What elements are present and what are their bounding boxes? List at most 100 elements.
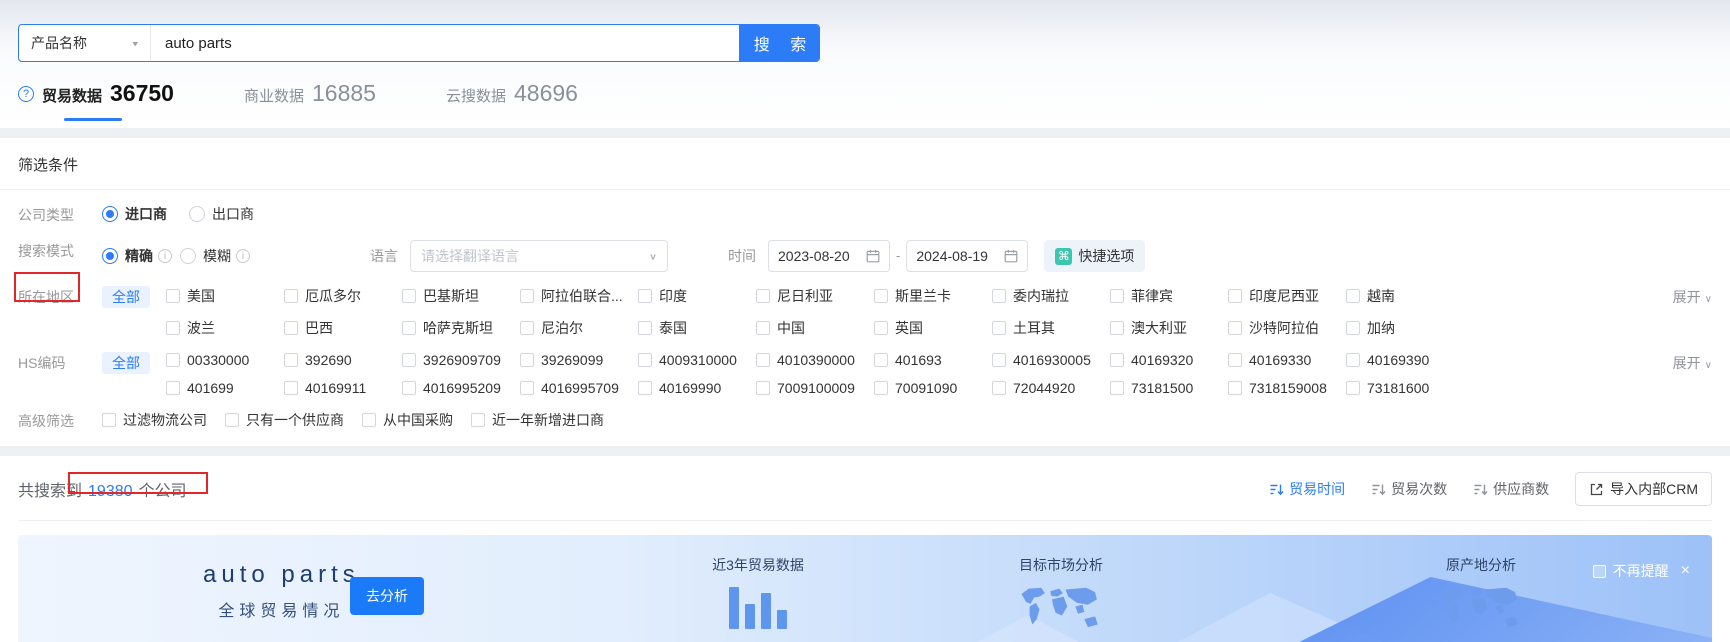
advanced-checkbox-single-supplier[interactable]: 只有一个供应商 [225, 410, 344, 430]
hs-checkbox[interactable]: 7009100009 [756, 380, 874, 396]
region-checkbox[interactable]: 澳大利亚 [1110, 318, 1228, 338]
region-expand-link[interactable]: 展开 ∨ [1673, 287, 1712, 307]
start-date-input[interactable]: 2023-08-20 [768, 240, 890, 272]
advanced-checkbox-from-china[interactable]: 从中国采购 [362, 410, 453, 430]
search-category-select[interactable]: 产品名称 ▾ [19, 25, 151, 61]
hs-checkbox[interactable]: 4016995209 [402, 380, 520, 396]
region-checkbox[interactable]: 中国 [756, 318, 874, 338]
hs-checkbox[interactable]: 39269099 [520, 352, 638, 368]
region-checkbox[interactable]: 阿拉伯联合... [520, 286, 638, 306]
filter-title: 筛选条件 [18, 157, 79, 174]
world-map-icon [1441, 587, 1518, 628]
region-checkbox[interactable]: 英国 [874, 318, 992, 338]
region-checkbox[interactable]: 巴基斯坦 [402, 286, 520, 306]
search-button[interactable]: 搜 索 [739, 25, 819, 61]
checkbox-icon [992, 289, 1006, 303]
hs-checkbox[interactable]: 4009310000 [638, 352, 756, 368]
header: 产品名称 ▾ 搜 索 ? 贸易数据 36750 商业数据 16885 云搜数据 … [0, 0, 1730, 128]
checkbox-icon [166, 353, 180, 367]
checkbox-icon [874, 321, 888, 335]
region-checkbox[interactable]: 尼日利亚 [756, 286, 874, 306]
hs-checkbox[interactable]: 7318159008 [1228, 380, 1346, 396]
region-checkbox[interactable]: 沙特阿拉伯 [1228, 318, 1346, 338]
hs-checkbox[interactable]: 392690 [284, 352, 402, 368]
hs-checkbox[interactable]: 4016930005 [992, 352, 1110, 368]
hs-checkbox[interactable]: 72044920 [992, 380, 1110, 396]
region-checkbox[interactable]: 委内瑞拉 [992, 286, 1110, 306]
hs-checkbox[interactable]: 40169330 [1228, 352, 1346, 368]
hs-checkbox[interactable]: 00330000 [166, 352, 284, 368]
hs-checkbox[interactable]: 3926909709 [402, 352, 520, 368]
hs-checkbox[interactable]: 4016995709 [520, 380, 638, 396]
region-checkbox[interactable]: 土耳其 [992, 318, 1110, 338]
region-checkbox[interactable]: 巴西 [284, 318, 402, 338]
filter-row-region: 所在地区 全部 美国 厄瓜多尔 巴基斯坦 阿拉伯联合... 印度 尼日利亚 斯里… [0, 286, 1730, 338]
info-icon[interactable]: i [158, 249, 172, 263]
checkbox-icon [638, 321, 652, 335]
region-checkbox[interactable]: 加纳 [1346, 318, 1464, 338]
radio-importer[interactable]: 进口商 [102, 204, 167, 224]
tab-trade-data[interactable]: ? 贸易数据 36750 [18, 80, 174, 121]
sort-icon [1372, 484, 1386, 495]
hs-checkbox[interactable]: 73181500 [1110, 380, 1228, 396]
sort-supplier-count[interactable]: 供应商数 [1473, 479, 1549, 499]
radio-exporter[interactable]: 出口商 [189, 204, 254, 224]
region-checkbox[interactable]: 泰国 [638, 318, 756, 338]
radio-fuzzy[interactable]: 模糊 i [180, 246, 250, 266]
region-checkbox[interactable]: 美国 [166, 286, 284, 306]
hs-checkbox[interactable]: 73181600 [1346, 380, 1464, 396]
region-checkbox[interactable]: 印度 [638, 286, 756, 306]
hs-checkbox[interactable]: 40169320 [1110, 352, 1228, 368]
search-input[interactable] [151, 25, 739, 61]
region-checkbox[interactable]: 菲律宾 [1110, 286, 1228, 306]
tab-cloud-search-data[interactable]: 云搜数据 48696 [446, 80, 578, 107]
checkbox-icon [756, 289, 770, 303]
filter-panel: 筛选条件 公司类型 进口商 出口商 搜索模式 精确 i 模糊 i 语言 请选择翻… [0, 138, 1730, 446]
checkbox-icon [756, 353, 770, 367]
end-date-input[interactable]: 2024-08-19 [906, 240, 1029, 272]
region-checkbox[interactable]: 厄瓜多尔 [284, 286, 402, 306]
radio-icon [180, 248, 196, 264]
help-icon[interactable]: ? [18, 85, 34, 102]
checkbox-icon [225, 413, 239, 427]
quick-options-button[interactable]: ⌘ 快捷选项 [1044, 240, 1146, 272]
hs-checkbox[interactable]: 40169911 [284, 380, 402, 396]
language-select[interactable]: 请选择翻译语言 ∨ [410, 240, 668, 272]
hs-checkbox[interactable]: 40169390 [1346, 352, 1464, 368]
region-checkbox[interactable]: 印度尼西亚 [1228, 286, 1346, 306]
analyze-button[interactable]: 去分析 [350, 577, 424, 615]
radio-exact[interactable]: 精确 i [102, 246, 172, 266]
filter-row-search-mode: 搜索模式 精确 i 模糊 i 语言 请选择翻译语言 ∨ 时间 2023-08-2… [0, 240, 1730, 272]
export-icon [1590, 483, 1603, 495]
info-icon[interactable]: i [236, 249, 250, 263]
radio-icon [189, 206, 205, 222]
region-checkbox[interactable]: 越南 [1346, 286, 1464, 306]
close-icon[interactable]: × [1681, 563, 1690, 579]
hs-checkbox[interactable]: 70091090 [874, 380, 992, 396]
search-category-value: 产品名称 [31, 35, 87, 51]
dismiss-checkbox[interactable] [1592, 564, 1606, 578]
advanced-checkbox-logistics[interactable]: 过滤物流公司 [102, 410, 207, 430]
hs-all-chip[interactable]: 全部 [102, 352, 150, 374]
sort-trade-count[interactable]: 贸易次数 [1371, 479, 1447, 499]
checkbox-icon [1228, 381, 1242, 395]
hs-checkbox[interactable]: 40169990 [638, 380, 756, 396]
checkbox-icon [402, 321, 416, 335]
banner-card-trade-data: 近3年贸易数据 [678, 555, 838, 629]
checkbox-icon [1346, 321, 1360, 335]
checkbox-icon [520, 353, 534, 367]
banner-product-title: auto parts [203, 561, 360, 588]
sort-trade-time[interactable]: 贸易时间 [1269, 479, 1345, 499]
import-crm-button[interactable]: 导入内部CRM [1575, 472, 1712, 506]
region-all-chip[interactable]: 全部 [102, 286, 150, 308]
region-checkbox[interactable]: 波兰 [166, 318, 284, 338]
hs-checkbox[interactable]: 401699 [166, 380, 284, 396]
region-checkbox[interactable]: 斯里兰卡 [874, 286, 992, 306]
tab-business-data[interactable]: 商业数据 16885 [244, 80, 376, 107]
region-checkbox[interactable]: 哈萨克斯坦 [402, 318, 520, 338]
advanced-checkbox-new-importer[interactable]: 近一年新增进口商 [471, 410, 604, 430]
region-checkbox[interactable]: 尼泊尔 [520, 318, 638, 338]
hs-checkbox[interactable]: 401693 [874, 352, 992, 368]
hs-expand-link[interactable]: 展开 ∨ [1673, 353, 1712, 373]
hs-checkbox[interactable]: 4010390000 [756, 352, 874, 368]
